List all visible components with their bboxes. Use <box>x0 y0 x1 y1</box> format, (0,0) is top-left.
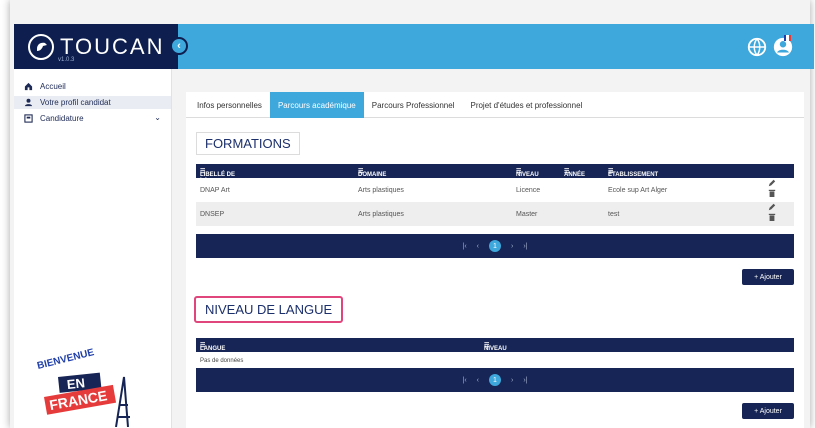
globe-icon[interactable] <box>746 36 768 58</box>
cell-libelle: DNSEP <box>200 211 225 218</box>
cell-domaine: Arts plastiques <box>358 211 404 218</box>
sidebar: Accueil Votre profil candidat Candidatur… <box>14 69 172 428</box>
pager-next-button[interactable]: › <box>511 377 513 384</box>
langue-table-header: LANGUE ☰ NIVEAU ☰ <box>196 338 794 352</box>
tab-projet-etudes[interactable]: Projet d'études et professionnel <box>462 92 590 118</box>
tab-infos-personnelles[interactable]: Infos personnelles <box>189 92 270 118</box>
badge-line-1: BIENVENUE <box>36 347 96 372</box>
edit-pencil-icon[interactable] <box>768 203 776 211</box>
col-niveau[interactable]: NIVEAU ☰ <box>516 168 539 178</box>
cell-niveau: Master <box>516 211 538 218</box>
sidebar-collapse-button[interactable]: ‹ <box>170 37 188 55</box>
pager-last-button[interactable]: ›| <box>523 377 527 384</box>
delete-trash-icon[interactable] <box>768 189 776 197</box>
sidebar-item-profil[interactable]: Votre profil candidat <box>14 96 171 109</box>
pager-current-page[interactable]: 1 <box>489 240 501 252</box>
row-actions <box>768 203 776 223</box>
cell-etablissement: test <box>608 211 620 218</box>
brand-name: TOUCAN <box>60 33 165 59</box>
user-icon <box>24 98 33 107</box>
row-actions <box>768 179 776 199</box>
application-icon <box>24 114 33 123</box>
sidebar-item-label: Votre profil candidat <box>40 98 111 107</box>
eiffel-tower-icon <box>115 376 130 427</box>
home-icon <box>24 82 33 91</box>
sidebar-item-label: Accueil <box>40 82 66 91</box>
add-langue-button[interactable]: + Ajouter <box>742 403 794 419</box>
formations-pager: |‹ ‹ 1 › ›| <box>196 234 794 258</box>
sidebar-item-candidature[interactable]: Candidature ⌄ <box>14 112 171 125</box>
formations-table-header: LIBELLÉ DE LA FORMATION ☰ DOMAINE ☰ NIVE… <box>196 164 794 190</box>
pager-last-button[interactable]: ›| <box>523 243 527 250</box>
sidebar-item-label: Candidature <box>40 114 84 123</box>
chevron-down-icon: ⌄ <box>154 113 161 122</box>
add-formation-button[interactable]: + Ajouter <box>742 269 794 285</box>
col-langue-niveau-label: NIVEAU <box>484 346 507 352</box>
badge-line-2: EN <box>66 375 86 392</box>
tab-parcours-academique[interactable]: Parcours académique <box>269 92 364 118</box>
pager-next-button[interactable]: › <box>511 243 513 250</box>
cell-niveau: Licence <box>516 187 541 194</box>
pager-first-button[interactable]: |‹ <box>463 377 467 384</box>
edit-pencil-icon[interactable] <box>768 179 776 187</box>
tab-parcours-professionnel[interactable]: Parcours Professionnel <box>364 92 463 118</box>
pager-first-button[interactable]: |‹ <box>463 243 467 250</box>
brand-version: v1.0.3 <box>58 57 75 63</box>
col-langue-niveau[interactable]: NIVEAU ☰ <box>484 342 507 352</box>
col-etablissement[interactable]: ETABLISSEMENT ☰ <box>608 168 658 178</box>
delete-trash-icon[interactable] <box>768 213 776 221</box>
sidebar-item-accueil[interactable]: Accueil <box>14 80 171 93</box>
chevron-left-icon: ‹ <box>177 40 181 52</box>
top-bar: TOUCAN v1.0.3 ‹ <box>14 24 814 69</box>
niveau-langue-title: NIVEAU DE LANGUE <box>194 296 344 323</box>
formations-title: FORMATIONS <box>196 132 300 155</box>
col-libelle[interactable]: LIBELLÉ DE LA FORMATION ☰ <box>200 168 236 190</box>
col-langue-label: LANGUE <box>200 346 226 352</box>
pager-prev-button[interactable]: ‹ <box>477 377 479 384</box>
col-domaine[interactable]: DOMAINE ☰ <box>358 168 386 178</box>
main-content: Infos personnelles Parcours académique P… <box>186 92 804 428</box>
toucan-logo-icon <box>28 33 54 60</box>
pager-prev-button[interactable]: ‹ <box>477 243 479 250</box>
pager-current-page[interactable]: 1 <box>489 374 501 386</box>
bienvenue-en-france-badge: BIENVENUE EN FRANCE <box>36 347 130 427</box>
cell-domaine: Arts plastiques <box>358 187 404 194</box>
cell-etablissement: Ecole sup Art Alger <box>608 187 668 194</box>
table-row[interactable]: DNSEP Arts plastiques Master test <box>196 202 794 226</box>
empty-table-message: Pas de données <box>200 358 244 364</box>
langue-pager: |‹ ‹ 1 › ›| <box>196 368 794 392</box>
table-row[interactable]: DNAP Art Arts plastiques Licence Ecole s… <box>196 178 794 202</box>
tab-bar: Infos personnelles Parcours académique P… <box>186 92 804 118</box>
col-annee[interactable]: ANNÉE ☰ <box>564 168 585 178</box>
cell-libelle: DNAP Art <box>200 187 230 194</box>
col-langue[interactable]: LANGUE ☰ <box>200 342 225 352</box>
brand-area: TOUCAN v1.0.3 <box>14 24 178 69</box>
french-flag-icon <box>784 35 791 41</box>
